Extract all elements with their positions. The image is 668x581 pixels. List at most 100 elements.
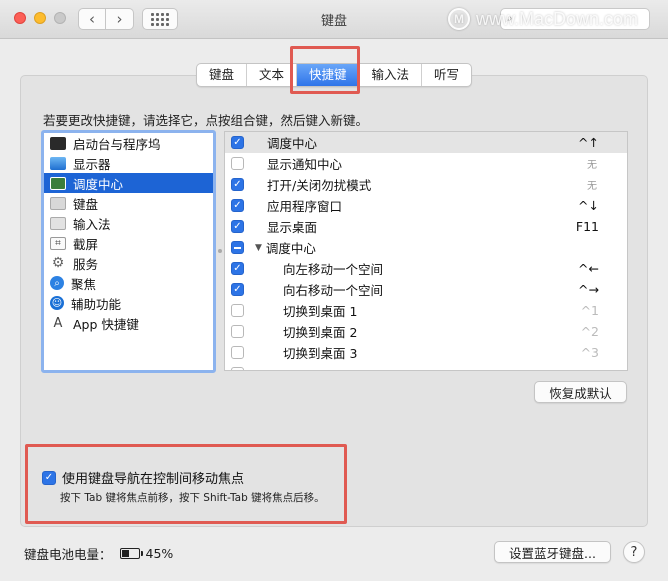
search-icon: ⌕: [506, 11, 513, 25]
shortcut-checkbox[interactable]: [231, 241, 244, 254]
tab-0[interactable]: 键盘: [197, 64, 246, 86]
annotation-box-shortcuts-tab: [290, 46, 360, 94]
category-item[interactable]: 输入法: [44, 213, 213, 233]
restore-defaults-button[interactable]: 恢复成默认: [534, 381, 627, 403]
keyboard-navigation-label: 使用键盘导航在控制间移动焦点: [62, 472, 245, 487]
checkmark-icon: ✓: [233, 263, 242, 274]
shortcut-row[interactable]: ✓ 调度中心 ^↑: [225, 132, 627, 153]
shortcut-row[interactable]: 显示通知中心 无: [225, 153, 627, 174]
category-label: 聚焦: [71, 276, 97, 292]
shortcut-checkbox[interactable]: ✓: [231, 220, 244, 233]
shortcut-label: 切换到桌面 1: [283, 304, 358, 319]
category-item[interactable]: 显示器: [44, 153, 213, 173]
category-label: 截屏: [73, 236, 99, 252]
spotlight-icon: ⌕: [50, 276, 64, 290]
battery-icon: [119, 548, 143, 559]
shortcut-row[interactable]: ✓ 向右移动一个空间 ^→: [225, 279, 627, 300]
search-field[interactable]: ⌕: [500, 8, 650, 30]
checkmark-icon: ✓: [233, 200, 242, 211]
shortcut-row[interactable]: ✓ 打开/关闭勿扰模式 无: [225, 174, 627, 195]
shortcut-checkbox[interactable]: [231, 304, 244, 317]
shortcut-key[interactable]: ^↓: [578, 198, 599, 213]
disclosure-triangle-icon[interactable]: ▼: [255, 243, 262, 253]
shortcut-label: 显示桌面: [267, 220, 318, 235]
category-item[interactable]: 启动台与程序坞: [44, 133, 213, 153]
shortcut-checkbox[interactable]: [231, 367, 244, 370]
shortcut-checkbox[interactable]: ✓: [231, 199, 244, 212]
checkmark-icon: ✓: [233, 284, 242, 295]
search-input[interactable]: [521, 11, 645, 29]
mission-control-icon: [50, 176, 66, 190]
category-label: App 快捷键: [73, 316, 139, 332]
shortcut-checkbox[interactable]: [231, 346, 244, 359]
shortcut-row[interactable]: 切换到桌面 2 ^2: [225, 321, 627, 342]
instructions-text: 若要更改快捷键，请选择它，点按组合键，然后键入新键。: [43, 113, 369, 128]
category-item[interactable]: ⚙ 服务: [44, 253, 213, 273]
checkmark-icon: ✓: [233, 137, 242, 148]
keyboard-navigation-option[interactable]: ✓ 使用键盘导航在控制间移动焦点: [42, 468, 244, 487]
screenshot-icon: ⌗: [50, 236, 66, 250]
checkmark-icon: ✓: [233, 179, 242, 190]
shortcut-key[interactable]: ^↑: [578, 135, 599, 150]
shortcut-row[interactable]: ▼ 调度中心: [225, 237, 627, 258]
keyboard-navigation-checkbox[interactable]: ✓: [42, 470, 56, 485]
shortcut-checkbox[interactable]: ✓: [231, 178, 244, 191]
tab-4[interactable]: 听写: [421, 64, 471, 86]
shortcut-row[interactable]: 切换到桌面 4: [225, 363, 627, 370]
setup-bluetooth-keyboard-button[interactable]: 设置蓝牙键盘...: [494, 541, 611, 563]
battery-label: 键盘电池电量：: [24, 547, 112, 562]
category-label: 辅助功能: [71, 296, 122, 312]
shortcut-key[interactable]: ^2: [581, 324, 599, 339]
shortcut-key[interactable]: F11: [576, 219, 599, 234]
category-item[interactable]: ⌗ 截屏: [44, 233, 213, 253]
shortcut-label: 显示通知中心: [267, 157, 343, 172]
shortcut-row[interactable]: ✓ 应用程序窗口 ^↓: [225, 195, 627, 216]
shortcut-key[interactable]: ^1: [581, 303, 599, 318]
shortcut-checkbox[interactable]: ✓: [231, 136, 244, 149]
shortcut-row[interactable]: 切换到桌面 3 ^3: [225, 342, 627, 363]
category-label: 键盘: [73, 196, 99, 212]
battery-percent: 45%: [145, 546, 174, 561]
shortcut-checkbox[interactable]: ✓: [231, 283, 244, 296]
shortcut-label: 向左移动一个空间: [283, 262, 384, 277]
category-item[interactable]: 键盘: [44, 193, 213, 213]
title-bar: ‹ › 键盘 ⌕ M www.MacDown.com: [0, 0, 668, 39]
checkmark-icon: ✓: [44, 472, 54, 483]
shortcut-row[interactable]: ✓ 显示桌面 F11: [225, 216, 627, 237]
accessibility-icon: ☺: [50, 296, 64, 310]
shortcut-label: 切换到桌面 2: [283, 325, 358, 340]
category-item[interactable]: ⌕ 聚焦: [44, 273, 213, 293]
app-store-icon: A: [53, 315, 63, 331]
shortcut-label: 切换到桌面 3: [283, 346, 358, 361]
keyboard-icon: [50, 196, 66, 210]
tab-1[interactable]: 文本: [245, 64, 296, 86]
keyboard-navigation-note: 按下 Tab 键将焦点前移，按下 Shift-Tab 键将焦点后移。: [60, 492, 325, 504]
shortcut-row[interactable]: ✓ 向左移动一个空间 ^←: [225, 258, 627, 279]
split-view-handle[interactable]: [218, 249, 222, 253]
gear-icon: ⚙: [51, 255, 65, 271]
shortcut-label: 打开/关闭勿扰模式: [267, 178, 372, 193]
shortcut-label: 向右移动一个空间: [283, 283, 384, 298]
shortcut-group-label: ▼ 调度中心: [255, 238, 316, 257]
shortcut-row[interactable]: 切换到桌面 1 ^1: [225, 300, 627, 321]
shortcut-checkbox[interactable]: ✓: [231, 262, 244, 275]
shortcut-key[interactable]: ^→: [578, 282, 599, 297]
shortcut-checkbox[interactable]: [231, 325, 244, 338]
category-label: 调度中心: [73, 176, 124, 192]
tab-3[interactable]: 输入法: [358, 64, 422, 86]
help-button[interactable]: ?: [623, 541, 645, 563]
shortcut-key[interactable]: ^3: [581, 345, 599, 360]
shortcut-key[interactable]: 无: [587, 177, 597, 192]
category-list[interactable]: 启动台与程序坞显示器调度中心键盘 输入法 ⌗ 截屏 ⚙ 服务 ⌕ 聚焦 ☺ 辅助功能 A App 快捷…: [41, 130, 216, 373]
launchpad-dock-icon: [50, 136, 66, 150]
shortcut-key[interactable]: 无: [587, 156, 597, 171]
shortcut-checkbox[interactable]: [231, 157, 244, 170]
category-item[interactable]: A App 快捷键: [44, 313, 213, 333]
category-item[interactable]: 调度中心: [44, 173, 213, 193]
shortcut-table[interactable]: ✓ 调度中心 ^↑ 显示通知中心无 ✓ 打开/关闭勿扰模式无 ✓ 应用程序窗口 ^↓ ✓ 显示桌面 F…: [224, 131, 628, 371]
checkmark-icon: ✓: [233, 221, 242, 232]
category-item[interactable]: ☺ 辅助功能: [44, 293, 213, 313]
category-label: 显示器: [73, 156, 111, 172]
category-label: 服务: [73, 256, 99, 272]
shortcut-key[interactable]: ^←: [578, 261, 599, 276]
